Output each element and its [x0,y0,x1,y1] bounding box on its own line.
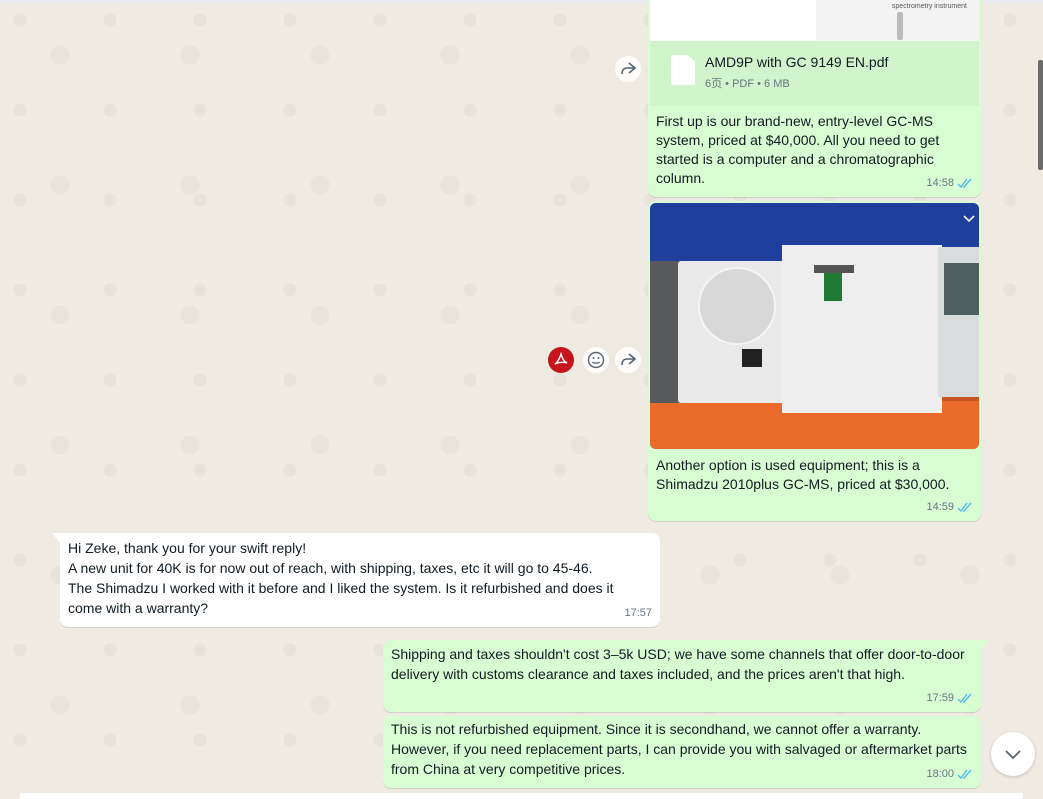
double-check-icon [957,769,973,780]
message-text: Another option is used equipment; this i… [656,457,950,492]
scroll-to-bottom-button[interactable] [991,732,1035,776]
image-message[interactable]: Another option is used equipment; this i… [648,201,981,521]
message-meta: 17:59 [926,688,973,708]
document-file-meta: 6页 • PDF • 6 MB [705,78,790,90]
outgoing-message[interactable]: This is not refurbished equipment. Since… [383,716,981,788]
document-preview[interactable]: spectrometry instrument [650,0,979,41]
document-attachment[interactable]: AMD9P with GC 9149 EN.pdf 6页 • PDF • 6 M… [650,41,979,106]
message-meta: 18:00 [926,764,973,784]
equipment-photo[interactable] [650,203,979,449]
chevron-down-icon [963,215,975,223]
message-meta: 17:57 [624,603,652,623]
chevron-down-icon [1005,749,1021,759]
message-time: 14:58 [926,177,954,189]
pdf-icon [554,352,568,365]
double-check-icon [957,178,973,189]
outgoing-message[interactable]: Shipping and taxes shouldn't cost 3–5k U… [383,640,981,712]
message-time: 17:57 [624,607,652,619]
bubble-tail [52,533,60,543]
message-meta: 14:58 [926,173,973,193]
message-menu-button[interactable] [963,209,975,229]
bubble-tail [981,640,989,650]
file-icon [671,55,695,85]
message-time: 17:59 [926,692,954,704]
message-time: 18:00 [926,768,954,780]
double-check-icon [957,693,973,704]
message-text: Shipping and taxes shouldn't cost 3–5k U… [391,646,965,682]
pdf-button[interactable] [548,347,574,373]
forward-icon [621,353,636,366]
forward-button[interactable] [615,347,641,373]
document-file-name: AMD9P with GC 9149 EN.pdf [705,54,889,70]
compose-bar-edge [20,793,1023,799]
forward-icon [621,62,636,75]
react-button[interactable] [583,347,609,373]
document-message[interactable]: spectrometry instrument AMD9P with GC 91… [648,0,981,197]
double-check-icon [957,502,973,513]
message-text: This is not refurbished equipment. Since… [391,721,967,777]
incoming-message[interactable]: Hi Zeke, thank you for your swift reply!… [60,533,660,627]
message-meta: 14:59 [926,497,973,517]
message-time: 14:59 [926,501,954,513]
forward-button[interactable] [615,56,641,82]
message-text: First up is our brand-new, entry-level G… [656,113,940,186]
scrollbar-thumb[interactable] [1038,60,1043,170]
preview-caption: spectrometry instrument [891,3,967,10]
emoji-icon [587,351,605,369]
message-text: Hi Zeke, thank you for your swift reply!… [68,540,614,616]
